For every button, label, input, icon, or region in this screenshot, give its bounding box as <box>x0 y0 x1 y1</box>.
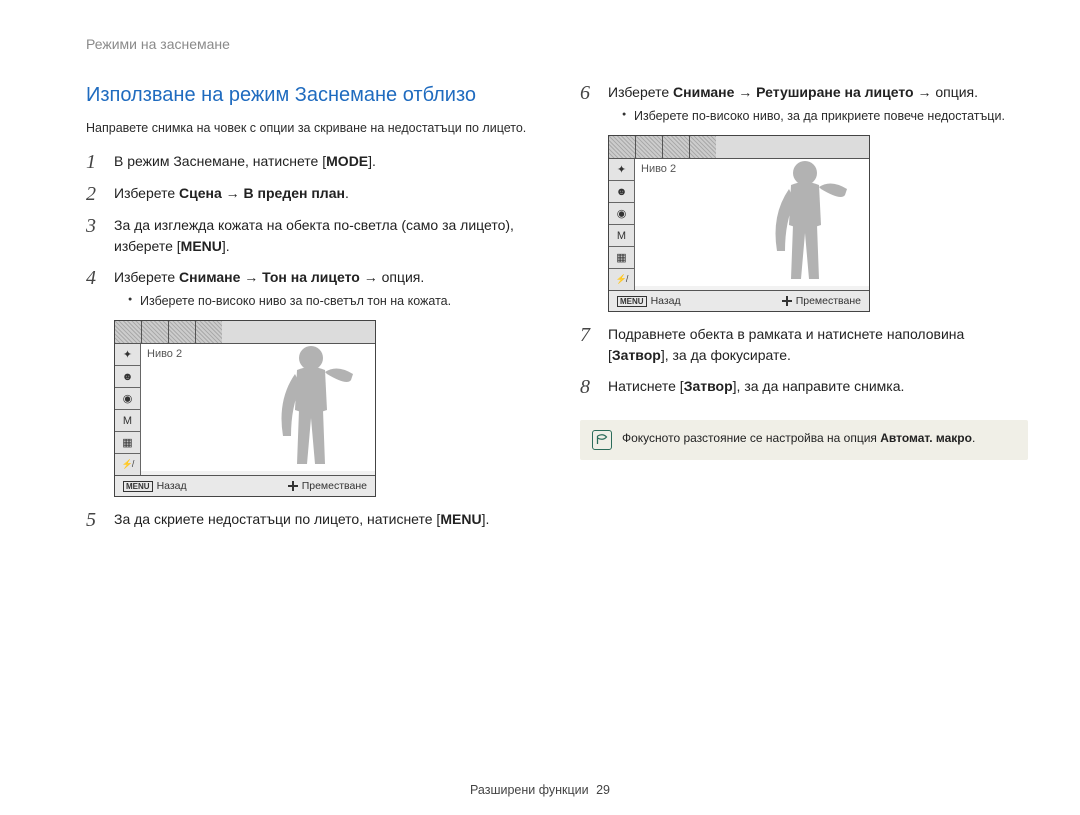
lcd-move-label: Преместване <box>302 480 367 492</box>
footer-section-label: Разширени функции <box>470 783 589 797</box>
lcd-canvas: Ниво 2 <box>141 344 375 471</box>
metering-icon: ◉ <box>115 387 141 409</box>
face-icon: ☻ <box>115 365 141 387</box>
lcd-top-tabs <box>115 321 375 344</box>
step-1: 1 В режим Заснемане, натиснете [MODE]. <box>86 151 534 173</box>
step-3-text-pre: За да изглежда кожата на обекта по-светл… <box>114 217 514 254</box>
step-6: 6 Изберете Снимане → Ретуширане на лицет… <box>580 82 1028 125</box>
lcd-tab-icon <box>609 136 636 158</box>
menu-chip-icon: MENU <box>617 296 647 307</box>
note-text-post: . <box>972 431 975 445</box>
mode-button-label: MODE <box>326 153 368 169</box>
lcd-back-label: Назад <box>157 480 187 492</box>
step-number-icon: 5 <box>86 509 104 531</box>
page-title: Използване на режим Заснемане отблизо <box>86 82 534 109</box>
lcd-back-label: Назад <box>651 295 681 307</box>
menu-button-label: MENU <box>440 511 481 527</box>
lcd-tab-icon <box>636 136 663 158</box>
grid-icon: ▦ <box>609 246 635 268</box>
step-4-bold: Снимане → Тон на лицето → <box>179 269 378 285</box>
step-2: 2 Изберете Сцена → В преден план. <box>86 183 534 205</box>
step-number-icon: 6 <box>580 82 598 125</box>
lcd-top-tabs <box>609 136 869 159</box>
step-5-text-post: ]. <box>482 511 490 527</box>
menu-button-label: MENU <box>181 238 222 254</box>
lcd-canvas: Ниво 2 <box>635 159 869 286</box>
step-number-icon: 8 <box>580 376 598 398</box>
exposure-icon: ✦ <box>609 159 635 180</box>
step-5-text-pre: За да скриете недостатъци по лицето, нат… <box>114 511 440 527</box>
step-2-text-pre: Изберете <box>114 185 179 201</box>
left-column: Използване на режим Заснемане отблизо На… <box>86 82 534 541</box>
metering-icon: ◉ <box>609 202 635 224</box>
mode-m-icon: M <box>609 224 635 246</box>
flash-off-icon: ⚡̸ <box>115 453 141 475</box>
step-number-icon: 1 <box>86 151 104 173</box>
level-label: Ниво 2 <box>641 163 676 175</box>
dpad-icon <box>288 481 298 491</box>
lcd-side-icons: ✦ ☻ ◉ M ▦ ⚡̸ <box>115 344 141 475</box>
step-4-text-pre: Изберете <box>114 269 179 285</box>
step-1-text-pre: В режим Заснемане, натиснете [ <box>114 153 326 169</box>
person-silhouette-icon <box>761 159 851 285</box>
step-4-bullet: Изберете по-високо ниво за по-светъл тон… <box>128 292 534 310</box>
step-7: 7 Подравнете обекта в рамката и натиснет… <box>580 324 1028 366</box>
step-4-text-post: опция. <box>378 269 425 285</box>
dpad-icon <box>782 296 792 306</box>
step-number-icon: 4 <box>86 267 104 310</box>
lcd-tab-icon <box>115 321 142 343</box>
step-5: 5 За да скриете недостатъци по лицето, н… <box>86 509 534 531</box>
page-number: 29 <box>596 783 610 797</box>
lcd-illustration-1: ✦ ☻ ◉ M ▦ ⚡̸ Ниво 2 <box>114 320 534 497</box>
shutter-button-label: Затвор <box>612 347 661 363</box>
shutter-button-label: Затвор <box>684 378 733 394</box>
lcd-illustration-2: ✦ ☻ ◉ M ▦ ⚡̸ Ниво 2 <box>608 135 1028 312</box>
lcd-tab-icon <box>690 136 716 158</box>
step-2-text-post: . <box>345 185 349 201</box>
note-text-bold: Автомат. макро <box>880 431 972 445</box>
step-number-icon: 7 <box>580 324 598 366</box>
lcd-move-label: Преместване <box>796 295 861 307</box>
step-6-text-pre: Изберете <box>608 84 673 100</box>
face-icon: ☻ <box>609 180 635 202</box>
step-6-bullet: Изберете по-високо ниво, за да прикриете… <box>622 107 1028 125</box>
step-1-text-post: ]. <box>368 153 376 169</box>
right-column: 6 Изберете Снимане → Ретуширане на лицет… <box>580 82 1028 541</box>
note-icon <box>592 430 612 450</box>
lcd-tab-icon <box>196 321 222 343</box>
step-6-bold: Снимане → Ретуширане на лицето → <box>673 84 931 100</box>
note-text-pre: Фокусното разстояние се настройва на опц… <box>622 431 880 445</box>
grid-icon: ▦ <box>115 431 141 453</box>
step-8-text-pre: Натиснете [ <box>608 378 684 394</box>
content-columns: Използване на режим Заснемане отблизо На… <box>86 82 1028 541</box>
page-footer: Разширени функции 29 <box>0 783 1080 797</box>
step-8-text-post: ], за да направите снимка. <box>733 378 905 394</box>
step-4: 4 Изберете Снимане → Тон на лицето → опц… <box>86 267 534 310</box>
step-7-text-post: ], за да фокусирате. <box>661 347 791 363</box>
menu-chip-icon: MENU <box>123 481 153 492</box>
exposure-icon: ✦ <box>115 344 141 365</box>
person-silhouette-icon <box>267 344 357 470</box>
step-2-bold: Сцена → В преден план <box>179 185 345 201</box>
lcd-tab-icon <box>169 321 196 343</box>
flash-off-icon: ⚡̸ <box>609 268 635 290</box>
step-6-text-post: опция. <box>931 84 978 100</box>
section-label: Режими на заснемане <box>86 36 1028 52</box>
step-3: 3 За да изглежда кожата на обекта по-све… <box>86 215 534 257</box>
mode-m-icon: M <box>115 409 141 431</box>
lcd-tab-icon <box>663 136 690 158</box>
level-label: Ниво 2 <box>147 348 182 360</box>
step-number-icon: 2 <box>86 183 104 205</box>
page-subtitle: Направете снимка на човек с опции за скр… <box>86 119 534 137</box>
lcd-tab-icon <box>142 321 169 343</box>
step-8: 8 Натиснете [Затвор], за да направите сн… <box>580 376 1028 398</box>
step-number-icon: 3 <box>86 215 104 257</box>
note-box: Фокусното разстояние се настройва на опц… <box>580 420 1028 460</box>
lcd-side-icons: ✦ ☻ ◉ M ▦ ⚡̸ <box>609 159 635 290</box>
step-3-text-post: ]. <box>222 238 230 254</box>
